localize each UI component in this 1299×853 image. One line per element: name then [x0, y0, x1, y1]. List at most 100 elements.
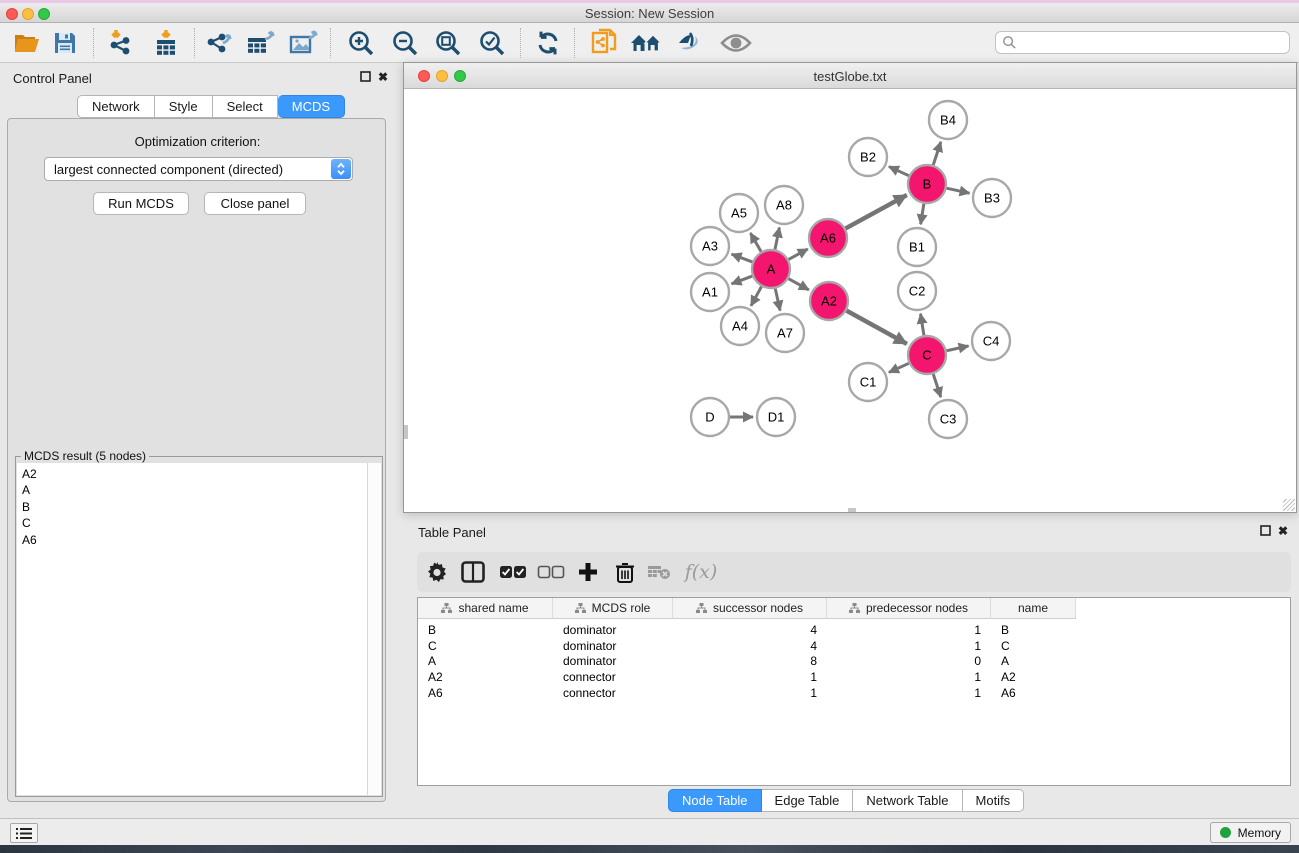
cell-MCDS-role[interactable]: connector [553, 686, 673, 700]
tab-edge-table[interactable]: Edge Table [762, 789, 854, 812]
run-mcds-button[interactable]: Run MCDS [93, 192, 189, 215]
graph-edge-A-A5[interactable] [750, 233, 761, 252]
control-panel-close-icon[interactable]: ✖ [376, 71, 390, 85]
search-input[interactable] [1017, 36, 1289, 50]
graph-node-A[interactable]: A [752, 250, 790, 288]
tab-node-table[interactable]: Node Table [668, 789, 762, 812]
zoom-in-icon[interactable] [344, 27, 378, 59]
table-panel-float-icon[interactable] [1258, 525, 1272, 539]
hide-graphics-details-icon[interactable] [673, 27, 707, 59]
tab-select[interactable]: Select [213, 95, 278, 118]
column-header-MCDS-role[interactable]: MCDS role [553, 598, 673, 619]
graph-node-A1[interactable]: A1 [691, 273, 729, 311]
graph-node-C4[interactable]: C4 [972, 322, 1010, 360]
cell-successor-nodes[interactable]: 4 [673, 623, 827, 637]
graph-edge-C-C2[interactable] [921, 314, 924, 336]
graph-node-B4[interactable]: B4 [929, 101, 967, 139]
save-session-icon[interactable] [48, 27, 82, 59]
cell-shared-name[interactable]: C [418, 639, 553, 653]
cell-shared-name[interactable]: A2 [418, 670, 553, 684]
cell-MCDS-role[interactable]: connector [553, 670, 673, 684]
tab-motifs[interactable]: Motifs [963, 789, 1025, 812]
cell-predecessor-nodes[interactable]: 1 [827, 670, 991, 684]
delete-table-icon[interactable] [643, 556, 675, 588]
graph-edge-C-C4[interactable] [947, 346, 969, 351]
column-header-successor-nodes[interactable]: successor nodes [673, 598, 827, 619]
graph-edge-A-A1[interactable] [732, 276, 753, 284]
graph-edge-C-C1[interactable] [889, 363, 909, 372]
graph-edge-B-B3[interactable] [947, 188, 970, 193]
graph-node-A5[interactable]: A5 [720, 194, 758, 232]
export-table-icon[interactable] [243, 27, 277, 59]
zoom-out-icon[interactable] [388, 27, 422, 59]
tab-style[interactable]: Style [155, 95, 213, 118]
graph-node-C1[interactable]: C1 [849, 363, 887, 401]
table-row[interactable]: Cdominator41C [418, 638, 1290, 654]
cell-successor-nodes[interactable]: 1 [673, 670, 827, 684]
cell-MCDS-role[interactable]: dominator [553, 623, 673, 637]
zoom-fit-icon[interactable] [431, 27, 465, 59]
tab-mcds[interactable]: MCDS [278, 95, 345, 118]
cell-MCDS-role[interactable]: dominator [553, 654, 673, 668]
graph-edge-C-C3[interactable] [933, 374, 941, 397]
toggle-column-panel-icon[interactable] [457, 556, 489, 588]
table-row[interactable]: Bdominator41B [418, 622, 1290, 638]
graph-node-A7[interactable]: A7 [766, 314, 804, 352]
deselect-all-rows-icon[interactable] [535, 556, 567, 588]
cell-predecessor-nodes[interactable]: 0 [827, 654, 991, 668]
mcds-result-item[interactable]: C [17, 515, 367, 531]
import-table-icon[interactable] [149, 27, 183, 59]
tab-network[interactable]: Network [77, 95, 155, 118]
cell-name[interactable]: A6 [991, 686, 1076, 700]
cell-name[interactable]: A [991, 654, 1076, 668]
mcds-result-item[interactable]: B [17, 499, 367, 515]
graph-node-B1[interactable]: B1 [898, 228, 936, 266]
table-panel-close-icon[interactable]: ✖ [1276, 525, 1290, 539]
graph-node-A4[interactable]: A4 [721, 307, 759, 345]
cell-shared-name[interactable]: B [418, 623, 553, 637]
graph-edge-A-A6[interactable] [789, 249, 808, 259]
network-vertical-scroll-indicator[interactable] [404, 425, 408, 439]
search-field[interactable] [995, 31, 1290, 54]
mcds-result-item[interactable]: A [17, 482, 367, 498]
graph-edge-A-A8[interactable] [775, 228, 779, 250]
duplicate-network-icon[interactable] [588, 27, 622, 59]
graph-node-C3[interactable]: C3 [929, 400, 967, 438]
cell-predecessor-nodes[interactable]: 1 [827, 623, 991, 637]
cell-MCDS-role[interactable]: dominator [553, 639, 673, 653]
column-header-predecessor-nodes[interactable]: predecessor nodes [827, 598, 991, 619]
cell-successor-nodes[interactable]: 8 [673, 654, 827, 668]
cell-shared-name[interactable]: A6 [418, 686, 553, 700]
optimization-criterion-select[interactable]: largest connected component (directed) [44, 157, 353, 181]
column-header-name[interactable]: name [991, 598, 1076, 619]
graph-edge-B-B4[interactable] [933, 142, 941, 165]
graph-node-A8[interactable]: A8 [765, 186, 803, 224]
graph-edge-A-A2[interactable] [789, 279, 809, 290]
column-header-shared-name[interactable]: shared name [418, 598, 553, 619]
graph-node-B2[interactable]: B2 [849, 138, 887, 176]
control-panel-float-icon[interactable] [358, 71, 372, 85]
network-canvas[interactable]: AA1A2A3A4A5A6A7A8BB1B2B3B4CC1C2C3C4DD1 [404, 89, 1296, 512]
memory-button[interactable]: Memory [1210, 822, 1291, 843]
export-image-icon[interactable] [286, 27, 320, 59]
graph-node-D1[interactable]: D1 [757, 398, 795, 436]
open-session-icon[interactable] [10, 27, 44, 59]
cell-predecessor-nodes[interactable]: 1 [827, 639, 991, 653]
zoom-selected-icon[interactable] [475, 27, 509, 59]
tab-network-table[interactable]: Network Table [853, 789, 962, 812]
graph-edge-A6-B[interactable] [846, 195, 907, 228]
mcds-result-item[interactable]: A2 [17, 466, 367, 482]
task-history-button[interactable] [10, 823, 38, 843]
cell-successor-nodes[interactable]: 1 [673, 686, 827, 700]
graph-edge-A-A4[interactable] [751, 287, 761, 306]
homes-icon[interactable] [630, 27, 664, 59]
cell-successor-nodes[interactable]: 4 [673, 639, 827, 653]
import-network-icon[interactable] [103, 27, 137, 59]
graph-edge-A2-C[interactable] [847, 311, 907, 344]
cell-name[interactable]: B [991, 623, 1076, 637]
refresh-icon[interactable] [531, 27, 565, 59]
table-row[interactable]: Adominator80A [418, 653, 1290, 669]
table-row[interactable]: A2connector11A2 [418, 669, 1290, 685]
mcds-result-list[interactable]: A2ABCA6 [17, 463, 367, 795]
graph-node-D[interactable]: D [691, 398, 729, 436]
